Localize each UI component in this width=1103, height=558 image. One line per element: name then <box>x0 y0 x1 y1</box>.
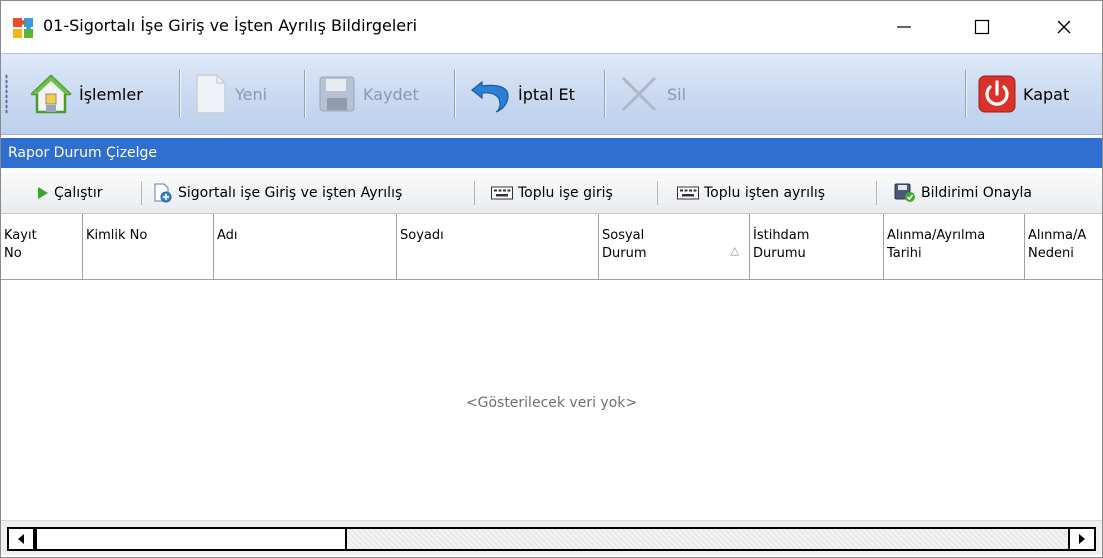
toolbar-separator <box>179 70 180 118</box>
sil-button[interactable]: Sil <box>617 70 686 118</box>
main-toolbar: İşlemler Yeni Kaydet İptal Et Sil Kapat <box>1 53 1102 135</box>
column-title: Soyadı <box>400 228 444 243</box>
grid-header: Kayıt No Kimlik No Adı Soyadı Sosyal Dur… <box>1 214 1102 280</box>
column-title-line2: Durumu <box>753 246 806 261</box>
sigortali-giris-cikis-label: Sigortalı işe Giriş ve işten Ayrılış <box>178 185 403 201</box>
scroll-thumb[interactable] <box>35 527 347 551</box>
column-header-adi[interactable]: Adı <box>214 214 397 279</box>
toplu-isten-ayrilis-button[interactable]: Toplu işten ayrılış <box>677 181 825 205</box>
home-icon <box>30 74 72 114</box>
column-title: Adı <box>217 228 238 243</box>
action-bar: Çalıştır Sigortalı işe Giriş ve işten Ay… <box>1 173 1102 214</box>
column-title-line2: Nedeni <box>1028 246 1074 261</box>
kaydet-label: Kaydet <box>363 84 419 104</box>
app-puzzle-icon <box>13 18 33 38</box>
action-separator <box>474 181 475 205</box>
calistir-button[interactable]: Çalıştır <box>37 181 103 205</box>
undo-icon <box>471 80 509 113</box>
yeni-label: Yeni <box>235 84 268 104</box>
minimize-icon <box>897 26 911 28</box>
kaydet-button[interactable]: Kaydet <box>317 70 419 118</box>
toolbar-separator <box>604 70 605 118</box>
delete-x-icon <box>621 76 657 112</box>
toplu-isten-ayrilis-label: Toplu işten ayrılış <box>704 185 826 201</box>
empty-grid-message: <Gösterilecek veri yok> <box>465 395 638 411</box>
toolbar-grip[interactable] <box>5 74 8 114</box>
column-header-alinma-ayrilma-tarihi[interactable]: Alınma/Ayrılma Tarihi <box>884 214 1025 279</box>
power-icon <box>978 75 1016 113</box>
toolbar-separator <box>965 70 966 118</box>
column-title-line2: Tarihi <box>887 246 922 261</box>
keyboard-icon <box>677 186 699 200</box>
add-document-icon <box>154 183 172 203</box>
column-title-line2: No <box>4 246 22 261</box>
maximize-button[interactable] <box>959 1 1005 53</box>
scroll-left-button[interactable] <box>7 527 35 551</box>
save-icon <box>319 76 355 112</box>
column-title: İstihdam <box>753 228 810 243</box>
toolbar-separator <box>304 70 305 118</box>
sigortali-giris-cikis-button[interactable]: Sigortalı işe Giriş ve işten Ayrılış <box>153 181 402 205</box>
bildirimi-onayla-button[interactable]: Bildirimi Onayla <box>894 181 1032 205</box>
iptal-et-button[interactable]: İptal Et <box>468 70 575 118</box>
column-header-sosyal-durum[interactable]: Sosyal Durum △ <box>599 214 750 279</box>
islemler-button[interactable]: İşlemler <box>29 70 143 118</box>
scroll-track[interactable] <box>347 527 1068 551</box>
close-icon <box>1057 20 1071 34</box>
column-header-soyadi[interactable]: Soyadı <box>397 214 599 279</box>
title-bar: 01-Sigortalı İşe Giriş ve İşten Ayrılış … <box>1 1 1102 53</box>
minimize-button[interactable] <box>881 1 927 53</box>
calistir-label: Çalıştır <box>54 185 103 201</box>
toolbar-separator <box>454 70 455 118</box>
app-window: 01-Sigortalı İşe Giriş ve İşten Ayrılış … <box>0 0 1103 558</box>
action-separator <box>141 181 142 205</box>
scroll-right-arrow-icon <box>1079 534 1085 544</box>
sort-ascending-icon: △ <box>730 244 739 257</box>
play-icon <box>38 187 48 199</box>
yeni-button[interactable]: Yeni <box>193 70 267 118</box>
islemler-label: İşlemler <box>79 84 143 104</box>
new-document-icon <box>196 74 226 114</box>
approve-icon <box>894 183 915 202</box>
close-button[interactable] <box>1041 1 1087 53</box>
column-title: Sosyal <box>602 228 645 243</box>
window-title: 01-Sigortalı İşe Giriş ve İşten Ayrılış … <box>43 16 418 35</box>
column-title: Kimlik No <box>86 228 148 243</box>
column-header-kimlik-no[interactable]: Kimlik No <box>83 214 214 279</box>
action-separator <box>876 181 877 205</box>
grid-body[interactable]: <Gösterilecek veri yok> <box>1 280 1102 520</box>
toplu-ise-giris-button[interactable]: Toplu işe giriş <box>491 181 613 205</box>
section-header: Rapor Durum Çizelge <box>1 138 1102 168</box>
horizontal-scrollbar[interactable] <box>1 520 1102 555</box>
column-header-istihdam-durumu[interactable]: İstihdam Durumu <box>750 214 884 279</box>
column-header-alinma-ayrilma-nedeni[interactable]: Alınma/A Nedeni <box>1025 214 1102 279</box>
keyboard-icon <box>491 186 513 200</box>
kapat-button[interactable]: Kapat <box>977 70 1069 118</box>
column-title: Alınma/Ayrılma <box>887 228 986 243</box>
scroll-left-arrow-icon <box>18 534 24 544</box>
column-title: Alınma/A <box>1028 228 1087 243</box>
column-title: Kayıt <box>4 228 37 243</box>
column-title-line2: Durum <box>602 246 647 261</box>
toplu-ise-giris-label: Toplu işe giriş <box>518 185 613 201</box>
action-separator <box>657 181 658 205</box>
column-header-kayit-no[interactable]: Kayıt No <box>1 214 83 279</box>
iptal-et-label: İptal Et <box>518 84 575 104</box>
kapat-label: Kapat <box>1023 84 1070 104</box>
sil-label: Sil <box>667 84 687 104</box>
bildirimi-onayla-label: Bildirimi Onayla <box>921 185 1033 201</box>
scroll-right-button[interactable] <box>1068 527 1096 551</box>
maximize-icon <box>974 19 990 35</box>
